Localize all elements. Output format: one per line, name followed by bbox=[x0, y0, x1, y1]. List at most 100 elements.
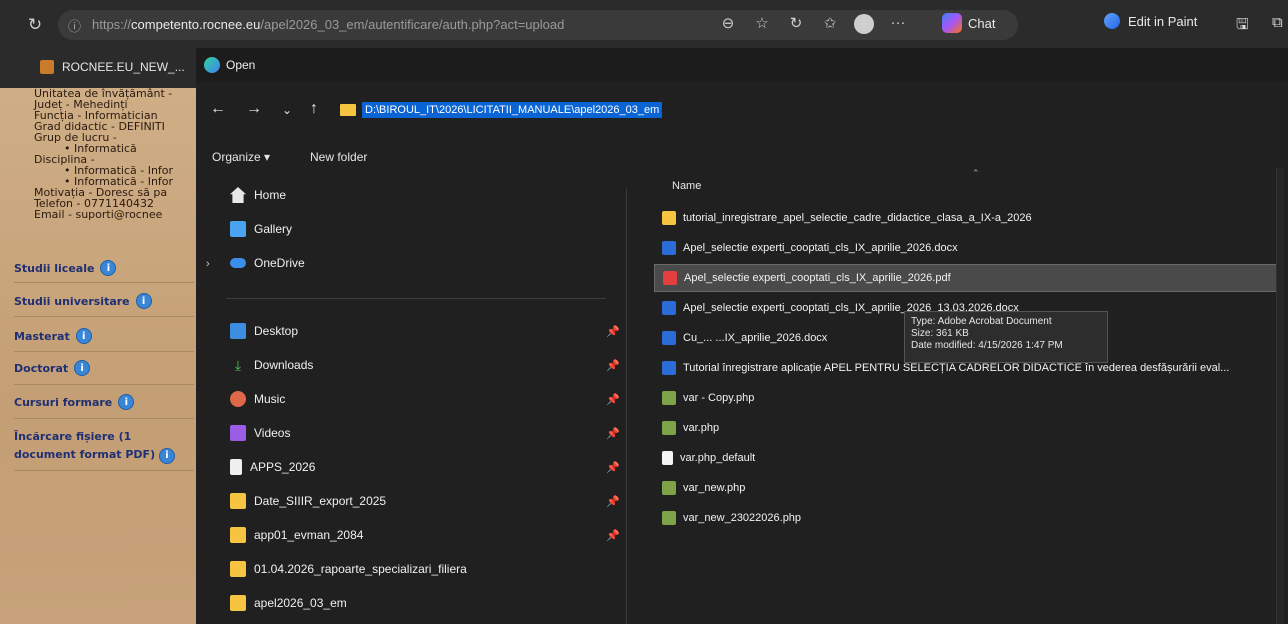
php-file-icon bbox=[662, 511, 676, 525]
dialog-title: Open bbox=[226, 58, 256, 72]
open-file-dialog: Open ← → ⌄ ↑ D:\BIROUL_IT\2026\LICITATII… bbox=[196, 48, 1288, 624]
file-info-tooltip: Type: Adobe Acrobat Document Size: 361 K… bbox=[904, 311, 1108, 363]
file-row[interactable]: var - Copy.php bbox=[654, 384, 1280, 412]
info-icon[interactable]: i bbox=[74, 360, 91, 376]
navigation-bar: ← → ⌄ ↑ D:\BIROUL_IT\2026\LICITATII_MANU… bbox=[196, 92, 1288, 130]
info-icon[interactable]: i bbox=[75, 328, 92, 344]
tooltip-type: Type: Adobe Acrobat Document bbox=[911, 316, 1052, 327]
navigation-pane: Home Gallery › OneDrive Desktop 📌 ⤓ Down… bbox=[196, 176, 626, 624]
nav-item-desktop[interactable]: Desktop bbox=[230, 316, 298, 346]
nav-item-date-siiir[interactable]: Date_SIIIR_export_2025 bbox=[230, 486, 386, 516]
nav-item-apps-2026[interactable]: APPS_2026 bbox=[230, 452, 315, 482]
download-icon: ⤓ bbox=[234, 357, 242, 373]
file-row[interactable]: tutorial_inregistrare_apel_selectie_cadr… bbox=[654, 204, 1280, 232]
back-icon[interactable]: ← bbox=[210, 100, 226, 118]
zoom-icon[interactable]: ⊖ bbox=[718, 14, 738, 38]
favorites-icon[interactable]: ✩ bbox=[820, 14, 840, 38]
tooltip-size: Size: 361 KB bbox=[911, 328, 969, 339]
word-document-icon bbox=[662, 301, 676, 315]
background-tab[interactable]: ROCNEE.EU_NEW_... bbox=[0, 48, 196, 88]
file-icon bbox=[662, 451, 673, 465]
recent-locations-icon[interactable]: ⌄ bbox=[282, 103, 292, 117]
favorite-icon[interactable]: ☆ bbox=[752, 14, 772, 38]
section-doctorat[interactable]: Doctorat i bbox=[14, 360, 194, 376]
pin-icon[interactable]: 📌 bbox=[606, 461, 620, 474]
refresh-icon[interactable]: ↻ bbox=[786, 14, 806, 38]
file-row[interactable]: var.php bbox=[654, 414, 1280, 442]
section-studii-universitare[interactable]: Studii universitare i bbox=[14, 293, 194, 309]
save-icon[interactable]: 🖫 bbox=[1236, 14, 1249, 39]
nav-item-home[interactable]: Home bbox=[230, 180, 286, 210]
pane-splitter[interactable] bbox=[626, 188, 627, 624]
edge-icon bbox=[204, 57, 220, 73]
chevron-right-icon[interactable]: › bbox=[206, 258, 210, 270]
word-document-icon bbox=[662, 361, 676, 375]
section-studii-liceale[interactable]: Studii liceale i bbox=[14, 260, 194, 276]
nav-item-gallery[interactable]: Gallery bbox=[230, 214, 292, 244]
site-info-icon[interactable]: ⓘ bbox=[68, 16, 81, 35]
folder-icon bbox=[230, 527, 246, 543]
info-icon[interactable]: i bbox=[100, 260, 117, 276]
info-icon[interactable]: i bbox=[135, 293, 152, 309]
pdf-icon bbox=[663, 271, 677, 285]
music-icon bbox=[230, 391, 246, 407]
pin-icon[interactable]: 📌 bbox=[606, 393, 620, 406]
nav-item-apel2026[interactable]: apel2026_03_em bbox=[230, 588, 347, 618]
up-icon[interactable]: ↑ bbox=[310, 100, 318, 118]
gallery-icon bbox=[230, 221, 246, 237]
forward-icon[interactable]: → bbox=[246, 100, 262, 118]
section-masterat[interactable]: Masterat i bbox=[14, 328, 194, 344]
path-bar[interactable]: D:\BIROUL_IT\2026\LICITATII_MANUALE\apel… bbox=[340, 102, 663, 118]
tab-title: ROCNEE.EU_NEW_... bbox=[62, 60, 185, 74]
file-row-selected[interactable]: Apel_selectie experti_cooptati_cls_IX_ap… bbox=[654, 264, 1280, 292]
word-document-icon bbox=[662, 241, 676, 255]
pin-icon[interactable]: 📌 bbox=[606, 427, 620, 440]
chat-button[interactable]: Chat bbox=[942, 13, 995, 33]
section-cursuri-formare[interactable]: Cursuri formare i bbox=[14, 394, 194, 410]
profile-details-list: Unitatea de învățământ - Județ - Mehedin… bbox=[16, 88, 173, 220]
info-icon[interactable]: i bbox=[158, 448, 175, 464]
pin-icon[interactable]: 📌 bbox=[606, 325, 620, 338]
organize-button[interactable]: Organize ▾ bbox=[212, 150, 270, 164]
copy-icon[interactable]: ⧉ bbox=[1272, 14, 1283, 31]
nav-item-app01[interactable]: app01_evman_2084 bbox=[230, 520, 363, 550]
nav-item-rapoarte[interactable]: 01.04.2026_rapoarte_specializari_filiera bbox=[230, 554, 467, 584]
file-row[interactable]: var.php_default bbox=[654, 444, 1280, 472]
folder-icon bbox=[230, 493, 246, 509]
nav-item-downloads[interactable]: ⤓ Downloads bbox=[230, 350, 313, 380]
file-row[interactable]: var_new.php bbox=[654, 474, 1280, 502]
new-folder-button[interactable]: New folder bbox=[310, 150, 367, 164]
pin-icon[interactable]: 📌 bbox=[606, 495, 620, 508]
nav-item-music[interactable]: Music bbox=[230, 384, 285, 414]
more-icon[interactable]: ··· bbox=[888, 14, 908, 38]
column-header-name[interactable]: Name bbox=[672, 180, 701, 192]
url-text[interactable]: https://competento.rocnee.eu/apel2026_03… bbox=[92, 17, 564, 32]
nav-item-videos[interactable]: Videos bbox=[230, 418, 290, 448]
screenshot-root: ↻ ⓘ https://competento.rocnee.eu/apel202… bbox=[0, 0, 1288, 624]
vertical-scrollbar[interactable] bbox=[1276, 168, 1284, 624]
php-file-icon bbox=[662, 481, 676, 495]
file-list: ⌃ Name tutorial_inregistrare_apel_select… bbox=[644, 168, 1288, 624]
section-incarcare-fisiere[interactable]: Încărcare fișiere (1 document format PDF… bbox=[14, 428, 194, 464]
cloud-icon bbox=[230, 258, 246, 268]
info-icon[interactable]: i bbox=[118, 394, 135, 410]
path-input[interactable]: D:\BIROUL_IT\2026\LICITATII_MANUALE\apel… bbox=[362, 102, 663, 118]
edit-in-paint-button[interactable]: Edit in Paint bbox=[1104, 13, 1197, 29]
pin-icon[interactable]: 📌 bbox=[606, 529, 620, 542]
folder-icon bbox=[662, 211, 676, 225]
site-favicon-icon bbox=[40, 60, 54, 74]
reload-icon[interactable]: ↻ bbox=[24, 14, 46, 36]
pin-icon[interactable]: 📌 bbox=[606, 359, 620, 372]
folder-icon bbox=[230, 561, 246, 577]
folder-icon bbox=[340, 104, 356, 116]
edit-in-paint-label: Edit in Paint bbox=[1128, 13, 1198, 29]
file-row[interactable]: var_new_23022026.php bbox=[654, 504, 1280, 532]
dialog-titlebar: Open bbox=[196, 48, 1288, 82]
profile-avatar[interactable] bbox=[854, 14, 874, 38]
php-file-icon bbox=[662, 391, 676, 405]
file-row[interactable]: Apel_selectie experti_cooptati_cls_IX_ap… bbox=[654, 234, 1280, 262]
file-icon bbox=[230, 459, 242, 475]
paint-icon bbox=[1104, 13, 1120, 29]
nav-item-onedrive[interactable]: OneDrive bbox=[230, 248, 305, 278]
folder-icon bbox=[230, 595, 246, 611]
